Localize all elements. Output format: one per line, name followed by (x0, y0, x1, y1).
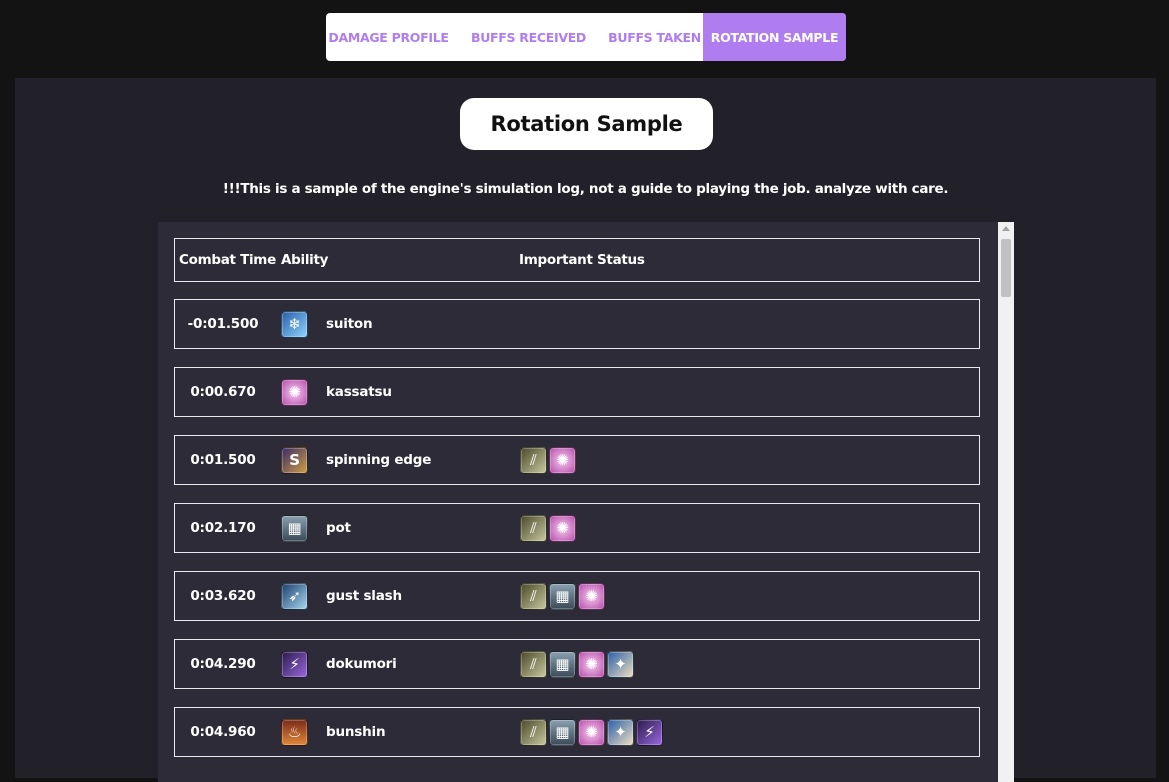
status-cell: ⫽ ▦ ✺ (520, 572, 605, 620)
ability-name: dokumori (326, 656, 397, 672)
blade-buff-icon: ⫽ (520, 446, 547, 474)
blade-buff-icon: ⫽ (520, 650, 547, 678)
ability-cell: ⚡ dokumori (281, 640, 397, 688)
status-cell: ⫽ ▦ ✺ ✦ ⚡ (520, 708, 663, 756)
gust-slash-icon: ➶ (281, 582, 308, 610)
ability-cell: ➶ gust slash (281, 572, 402, 620)
blade-buff-icon: ⫽ (520, 582, 547, 610)
pot-icon: ▦ (549, 650, 576, 678)
blade-buff-icon: ⫽ (520, 514, 547, 542)
dokumori-icon: ⚡ (636, 718, 663, 746)
pot-icon: ▦ (549, 582, 576, 610)
tab-bar: DAMAGE PROFILE BUFFS RECEIVED BUFFS TAKE… (326, 13, 846, 61)
ability-name: suiton (326, 316, 373, 332)
suiton-buff-icon: ✦ (607, 650, 634, 678)
ability-cell: Sspinning edge (281, 436, 431, 484)
table-row: 0:02.170 ▦ pot ⫽ ✺ (174, 503, 980, 553)
table-scrollbar[interactable] (998, 222, 1014, 782)
disclaimer-text: !!!This is a sample of the engine's simu… (222, 181, 949, 197)
table-row: 0:00.670 ✺ kassatsu (174, 367, 980, 417)
ability-name: pot (326, 520, 351, 536)
rotation-table[interactable]: Combat Time Ability Important Status -0:… (158, 222, 1014, 782)
status-cell: ⫽ ✺ (520, 504, 576, 552)
ability-name: bunshin (326, 724, 386, 740)
dokumori-icon: ⚡ (281, 650, 308, 678)
scroll-up-arrow-icon[interactable] (1002, 226, 1010, 231)
bunshin-icon: ♨ (281, 718, 308, 746)
scroll-thumb[interactable] (1001, 239, 1011, 297)
spinning-edge-icon: S (281, 446, 308, 474)
header-combat-time: Combat Time (179, 252, 276, 268)
combat-time-cell: 0:03.620 (190, 588, 256, 604)
kassatsu-icon: ✺ (578, 582, 605, 610)
header-ability: Ability (281, 252, 329, 268)
kassatsu-icon: ✺ (549, 446, 576, 474)
ability-cell: ▦ pot (281, 504, 351, 552)
table-row: 0:01.500 Sspinning edge ⫽ ✺ (174, 435, 980, 485)
page-title: Rotation Sample (460, 98, 713, 150)
table-header-row: Combat Time Ability Important Status (174, 238, 980, 282)
kassatsu-icon: ✺ (281, 378, 308, 406)
status-cell: ⫽ ✺ (520, 436, 576, 484)
tab-buffs-taken[interactable]: BUFFS TAKEN (606, 13, 703, 61)
table-row: 0:04.290 ⚡ dokumori ⫽ ▦ ✺ ✦ (174, 639, 980, 689)
ability-cell: ✺ kassatsu (281, 368, 392, 416)
combat-time-cell: 0:00.670 (190, 384, 256, 400)
ability-name: gust slash (326, 588, 402, 604)
header-important-status: Important Status (519, 252, 645, 268)
tab-buffs-received[interactable]: BUFFS RECEIVED (451, 13, 606, 61)
suiton-icon: ❄ (281, 310, 308, 338)
combat-time-cell: 0:04.960 (190, 724, 256, 740)
suiton-buff-icon: ✦ (607, 718, 634, 746)
combat-time-cell: 0:01.500 (190, 452, 256, 468)
ability-cell: ♨ bunshin (281, 708, 386, 756)
kassatsu-icon: ✺ (578, 650, 605, 678)
rotation-panel: Rotation Sample !!!This is a sample of t… (15, 78, 1156, 782)
table-row: 0:03.620 ➶ gust slash ⫽ ▦ ✺ (174, 571, 980, 621)
table-row: 0:04.960 ♨ bunshin ⫽ ▦ ✺ ✦ ⚡ (174, 707, 980, 757)
table-row: -0:01.500 ❄ suiton (174, 299, 980, 349)
tab-damage-profile[interactable]: DAMAGE PROFILE (326, 13, 451, 61)
tab-rotation-sample[interactable]: ROTATION SAMPLE (703, 13, 846, 61)
combat-time-cell: 0:02.170 (190, 520, 256, 536)
combat-time-cell: -0:01.500 (187, 316, 259, 332)
ability-name: kassatsu (326, 384, 392, 400)
kassatsu-icon: ✺ (578, 718, 605, 746)
pot-icon: ▦ (281, 514, 308, 542)
pot-icon: ▦ (549, 718, 576, 746)
kassatsu-icon: ✺ (549, 514, 576, 542)
ability-cell: ❄ suiton (281, 300, 373, 348)
combat-time-cell: 0:04.290 (190, 656, 256, 672)
blade-buff-icon: ⫽ (520, 718, 547, 746)
ability-name: spinning edge (326, 452, 432, 468)
status-cell: ⫽ ▦ ✺ ✦ (520, 640, 634, 688)
